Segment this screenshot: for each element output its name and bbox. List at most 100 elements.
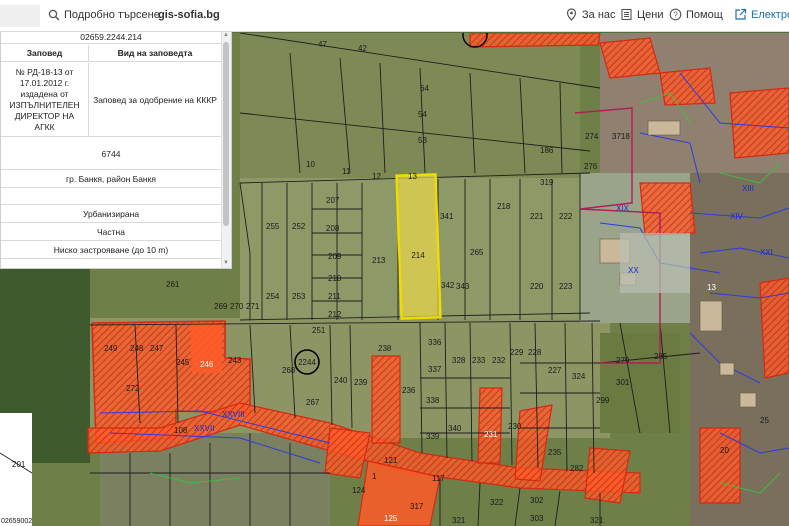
- parcel-label: XXVIII: [222, 410, 245, 419]
- parcel-label: 186: [540, 146, 554, 155]
- scroll-down-arrow[interactable]: ▼: [223, 260, 229, 266]
- parcel-label: 302: [530, 496, 544, 505]
- regulation-zone: [599, 37, 661, 79]
- parcel-label: 13: [408, 172, 417, 181]
- parcel-label: 229: [510, 348, 524, 357]
- parcel-label: 220: [530, 282, 544, 291]
- parcel-label: 321: [452, 516, 466, 525]
- prices-label: Цени: [637, 8, 664, 21]
- parcel-label: 265: [470, 248, 484, 257]
- parcel-label: XIV: [730, 212, 744, 221]
- parcel-label: 319: [540, 178, 554, 187]
- electronic-link[interactable]: Електрон: [734, 8, 789, 21]
- parcel-label: 124: [352, 486, 366, 495]
- blank-row: [1, 189, 221, 205]
- order-column-header: Заповед: [1, 45, 89, 61]
- parcel-label: 337: [428, 365, 442, 374]
- parcel-label: 221: [530, 212, 544, 221]
- parcel-label: 243: [228, 356, 242, 365]
- parcel-label: 282: [570, 464, 584, 473]
- help-link[interactable]: ? Помощ: [669, 8, 723, 21]
- regulation-zone: [729, 87, 789, 159]
- location-row: гр. Банкя, район Банкя: [1, 171, 221, 188]
- parcel-label: 54: [418, 110, 427, 119]
- about-label: За нас: [582, 8, 616, 21]
- svg-text:?: ?: [673, 10, 678, 19]
- scroll-up-arrow[interactable]: ▲: [223, 32, 229, 38]
- parcel-label: 338: [426, 396, 440, 405]
- parcel-label: XIX: [616, 204, 630, 213]
- parcel-label: XIII: [742, 184, 754, 193]
- search-input[interactable]: [0, 5, 40, 27]
- parcel-label: 272: [126, 384, 140, 393]
- parcel-label: 25: [760, 416, 769, 425]
- parcel-label: 246: [200, 360, 214, 369]
- parcel-label: 245: [176, 358, 190, 367]
- parcel-label: 341: [440, 212, 454, 221]
- parcel-label: 340: [448, 424, 462, 433]
- parcel-label: 117: [432, 474, 445, 483]
- parcel-label: 228: [528, 348, 542, 357]
- parcel-label: 53: [418, 136, 427, 145]
- regulation-zone: [371, 355, 401, 444]
- parcel-label: 207: [326, 196, 340, 205]
- detailed-search-link[interactable]: Подробно търсене: [64, 9, 160, 21]
- selected-parcel[interactable]: [395, 173, 442, 320]
- parcel-label: 231: [484, 430, 498, 439]
- scroll-thumb[interactable]: [223, 42, 229, 226]
- parcel-label: 47: [318, 40, 327, 49]
- panel-scrollbar[interactable]: ▲ ▼: [221, 30, 231, 268]
- order-type-column-header: Вид на заповедта: [117, 48, 193, 58]
- parcel-label: 64: [420, 84, 429, 93]
- parcel-label: 269: [214, 302, 228, 311]
- regulation-zone: [469, 33, 601, 48]
- parcel-label: 261: [166, 280, 180, 289]
- parcel-label: 279: [616, 356, 630, 365]
- parcel-label: 201: [12, 460, 26, 469]
- parcel-label: 276: [584, 162, 598, 171]
- regulation-zone: [659, 67, 716, 106]
- parcel-label: 121: [384, 456, 398, 465]
- parcel-label: 20: [720, 446, 729, 455]
- parcel-label: 328: [452, 356, 466, 365]
- regulation-zone: [759, 277, 789, 379]
- electronic-label: Електрон: [751, 8, 789, 21]
- parcel-label: 13: [707, 283, 716, 292]
- parcel-label: 232: [492, 356, 506, 365]
- regulation-zone: [477, 387, 503, 464]
- parcel-label: 255: [266, 222, 280, 231]
- parcel-label: 324: [572, 372, 586, 381]
- parcel-label: 208: [326, 224, 340, 233]
- site-name[interactable]: gis-sofia.bg: [158, 9, 220, 21]
- parcel-label: 247: [150, 344, 164, 353]
- parcel-label: 252: [292, 222, 306, 231]
- parcel-label: 230: [508, 422, 522, 431]
- prices-link[interactable]: Цени: [620, 8, 663, 21]
- parcel-label: 212: [328, 310, 342, 319]
- parcel-label: 248: [130, 344, 144, 353]
- location-pin-icon: [566, 8, 577, 21]
- parcel-label: 42: [358, 44, 367, 53]
- parcel-label: XX: [628, 266, 639, 275]
- price-list-icon: [621, 8, 632, 21]
- parcel-label: 342: [441, 281, 455, 290]
- regulation-zone: [639, 182, 696, 236]
- parcel-label: 3718: [612, 132, 630, 141]
- parcel-area: 6744: [101, 148, 121, 159]
- parcel-label: 317: [410, 502, 424, 511]
- parcel-label: 218: [497, 202, 511, 211]
- parcel-label: 267: [306, 398, 320, 407]
- parcel-label: 339: [426, 432, 440, 441]
- selected-parcel-label: 214: [411, 251, 425, 260]
- paved-yard: [620, 233, 690, 293]
- parcel-label: 209: [328, 252, 342, 261]
- ownership-type: Частна: [97, 227, 125, 237]
- parcel-label: 223: [559, 282, 573, 291]
- search-icon[interactable]: [48, 9, 60, 21]
- area-row: 6744: [1, 138, 221, 170]
- parcel-label: 238: [378, 344, 392, 353]
- usage-row: Ниско застрояване (до 10 m): [1, 242, 221, 259]
- parcel-label: 240: [334, 376, 348, 385]
- forest-area: [600, 333, 680, 433]
- about-link[interactable]: За нас: [565, 8, 616, 21]
